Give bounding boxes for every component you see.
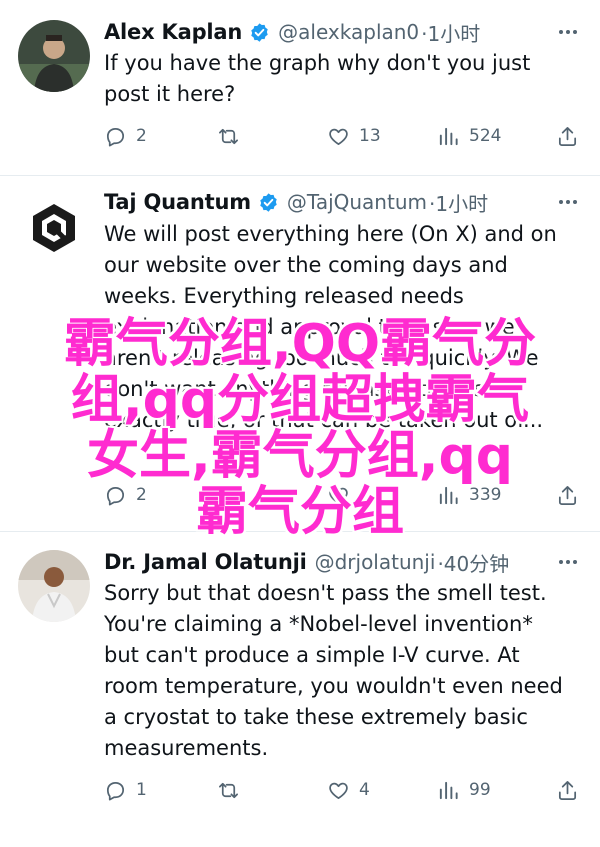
reply-button[interactable]: 2 bbox=[104, 480, 147, 510]
repost-button[interactable] bbox=[217, 480, 249, 510]
reply-count: 2 bbox=[136, 126, 147, 146]
tweet-text: Sorry but that doesn't pass the smell te… bbox=[104, 581, 563, 760]
heart-icon bbox=[329, 782, 348, 799]
views-button[interactable]: 99 bbox=[437, 775, 491, 805]
reply-button[interactable]: 2 bbox=[104, 121, 147, 151]
avatar[interactable] bbox=[18, 192, 90, 264]
tweet[interactable]: Alex Kaplan @alexkaplan0 ·1小时 If you hav… bbox=[0, 0, 600, 175]
repost-icon bbox=[219, 487, 238, 503]
heart-icon bbox=[329, 487, 348, 504]
author-handle[interactable]: @alexkaplan0 bbox=[278, 20, 419, 44]
repost-icon bbox=[219, 128, 238, 144]
more-options-icon[interactable] bbox=[556, 550, 580, 574]
avatar-image bbox=[18, 20, 90, 92]
like-button[interactable]: 13 bbox=[327, 121, 381, 151]
view-count: 339 bbox=[469, 485, 502, 505]
share-button[interactable] bbox=[556, 775, 579, 805]
timestamp[interactable]: ·1小时 bbox=[429, 188, 488, 217]
author-name[interactable]: Taj Quantum bbox=[104, 190, 251, 214]
repost-button[interactable] bbox=[217, 775, 249, 805]
views-chart-icon bbox=[439, 486, 458, 504]
views-chart-icon bbox=[439, 781, 458, 799]
like-count: 4 bbox=[359, 780, 370, 800]
action-bar: 2 13 524 bbox=[104, 121, 584, 151]
view-count: 524 bbox=[469, 126, 502, 146]
more-options-icon[interactable] bbox=[556, 20, 580, 44]
action-bar: 1 4 99 bbox=[104, 775, 584, 805]
reply-icon bbox=[106, 486, 125, 505]
verified-badge-icon bbox=[251, 22, 268, 42]
quantum-logo-icon bbox=[18, 192, 90, 264]
reply-icon bbox=[106, 127, 125, 146]
views-button[interactable]: 339 bbox=[437, 480, 501, 510]
tweet-text: We will post everything here (On X) and … bbox=[104, 222, 557, 432]
share-button[interactable] bbox=[556, 480, 579, 510]
avatar[interactable] bbox=[18, 20, 90, 92]
action-bar: 2 339 bbox=[104, 480, 584, 510]
author-name[interactable]: Dr. Jamal Olatunji bbox=[104, 550, 307, 574]
share-icon bbox=[558, 485, 577, 505]
author-name[interactable]: Alex Kaplan bbox=[104, 20, 242, 44]
like-button[interactable] bbox=[327, 480, 359, 510]
avatar-image bbox=[18, 550, 90, 622]
reply-count: 2 bbox=[136, 485, 147, 505]
reply-button[interactable]: 1 bbox=[104, 775, 147, 805]
author-handle[interactable]: @TajQuantum bbox=[287, 190, 427, 214]
like-button[interactable]: 4 bbox=[327, 775, 370, 805]
reply-icon bbox=[106, 781, 125, 800]
reply-count: 1 bbox=[136, 780, 147, 800]
tweet-text: If you have the graph why don't you just… bbox=[104, 51, 531, 106]
verified-badge-icon bbox=[260, 192, 277, 212]
repost-icon bbox=[219, 782, 238, 798]
tweet[interactable]: Taj Quantum @TajQuantum ·1小时 We will pos… bbox=[0, 176, 600, 530]
tweet[interactable]: Dr. Jamal Olatunji @drjolatunji ·40分钟 So… bbox=[0, 532, 600, 832]
timestamp[interactable]: ·40分钟 bbox=[437, 548, 509, 577]
views-chart-icon bbox=[439, 127, 458, 145]
views-button[interactable]: 524 bbox=[437, 121, 501, 151]
repost-button[interactable] bbox=[217, 121, 249, 151]
avatar[interactable] bbox=[18, 550, 90, 622]
heart-icon bbox=[329, 128, 348, 145]
more-options-icon[interactable] bbox=[556, 190, 580, 214]
share-button[interactable] bbox=[556, 121, 579, 151]
author-handle[interactable]: @drjolatunji bbox=[315, 550, 436, 574]
view-count: 99 bbox=[469, 780, 491, 800]
like-count: 13 bbox=[359, 126, 381, 146]
share-icon bbox=[558, 780, 577, 800]
timestamp[interactable]: ·1小时 bbox=[421, 18, 480, 47]
share-icon bbox=[558, 126, 577, 146]
